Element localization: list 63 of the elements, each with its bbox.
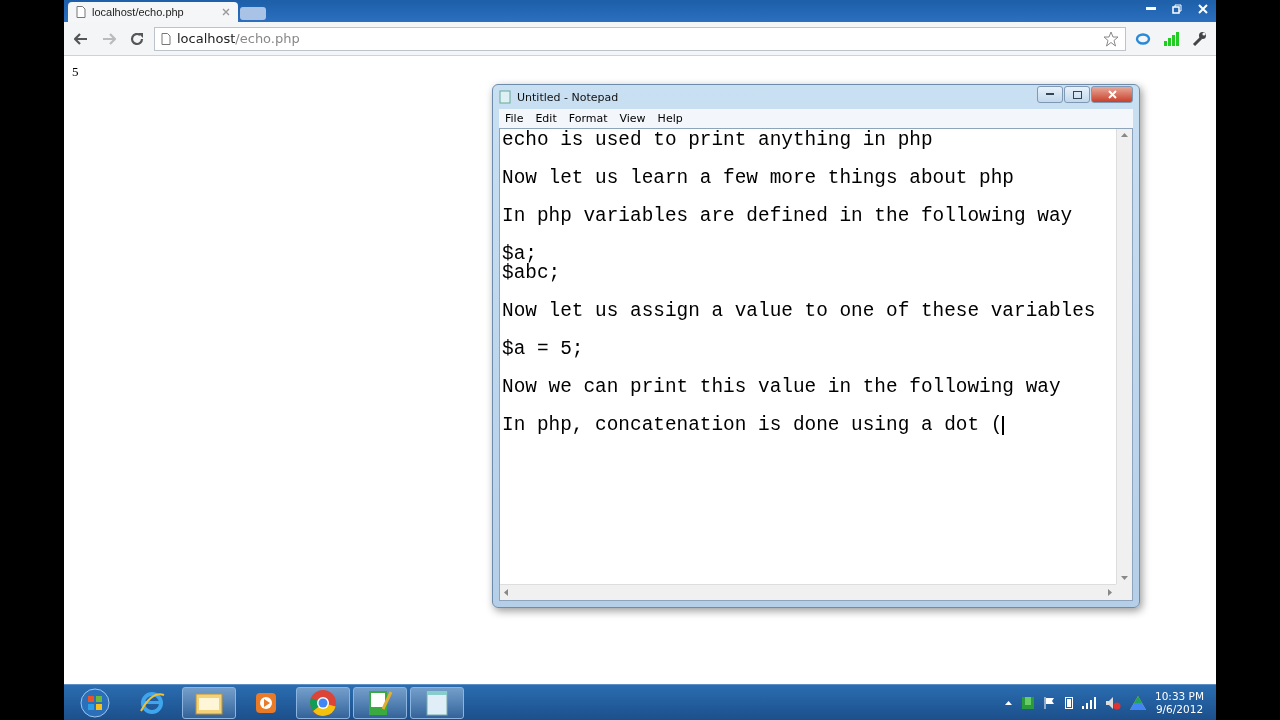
minimize-button[interactable]: [1037, 86, 1063, 103]
clock-time[interactable]: 10:33 PM: [1155, 689, 1204, 703]
down-arrow-icon: [1121, 576, 1128, 580]
left-arrow-icon: [504, 589, 508, 596]
menu-item[interactable]: Edit: [529, 110, 563, 127]
vertical-scrollbar[interactable]: [1116, 129, 1132, 584]
reload-icon: [130, 31, 144, 46]
taskbar-button[interactable]: [182, 686, 236, 719]
taskbar-button[interactable]: [353, 686, 407, 719]
star-icon[interactable]: [1103, 30, 1119, 47]
battery-icon[interactable]: [1065, 696, 1073, 709]
notepad-icon: [424, 688, 450, 717]
maximize-button[interactable]: [1064, 86, 1090, 103]
wrench-icon: [1191, 30, 1207, 47]
tray-app-icon[interactable]: [1021, 695, 1035, 710]
back-arrow-icon: [74, 32, 88, 45]
close-icon: [1198, 4, 1208, 14]
window-title: Untitled - Notepad: [517, 90, 620, 104]
text-line: $abc;: [502, 264, 562, 283]
restore-icon: [1172, 4, 1182, 14]
page-icon: [161, 32, 171, 45]
speaker-muted-icon[interactable]: [1105, 695, 1121, 710]
signal-bars-icon: [1163, 31, 1179, 46]
address-bar[interactable]: localhost/echo.php: [154, 26, 1126, 51]
taskbar-button[interactable]: [296, 686, 350, 719]
text-line: $a = 5;: [502, 340, 585, 359]
minimize-icon: [1046, 93, 1054, 96]
right-arrow-icon: [1108, 589, 1112, 596]
page-icon: [76, 6, 86, 18]
close-icon: [1107, 90, 1117, 99]
windows-logo-icon: [80, 687, 110, 718]
text-line: Now we can print this value in the following way: [502, 378, 1062, 397]
forward-arrow-icon: [102, 32, 116, 45]
maximize-icon: [1072, 90, 1082, 99]
close-icon[interactable]: [222, 8, 230, 16]
menu-item[interactable]: Help: [651, 110, 689, 127]
menu-item[interactable]: View: [613, 110, 652, 127]
text-line: Now let us learn a few more things about php: [502, 169, 1015, 188]
close-button[interactable]: [1091, 86, 1133, 103]
play-icon: [255, 691, 277, 714]
minimize-icon: [1146, 7, 1156, 11]
notepad-icon: [499, 90, 511, 104]
menu-item[interactable]: File: [499, 110, 530, 127]
menu-item[interactable]: Format: [562, 110, 614, 127]
text-line: $a;: [502, 245, 537, 264]
text-line: Now let us assign a value to one of these variables: [502, 302, 1097, 321]
url-text: localhost/echo.php: [177, 31, 300, 46]
browser-tab[interactable]: localhost/echo.php: [68, 2, 238, 22]
text-line: echo is used to print anything in php: [502, 131, 934, 150]
folder-icon: [195, 690, 223, 715]
clock-date[interactable]: 9/6/2012: [1155, 702, 1204, 716]
flag-icon[interactable]: [1044, 696, 1056, 709]
up-arrow-icon: [1121, 133, 1128, 137]
text-line: In php, concatenation is done using a dot (: [502, 416, 1005, 435]
browser-logo-icon: [309, 688, 337, 717]
up-arrow-icon[interactable]: [1005, 700, 1012, 705]
document-pen-icon: [367, 688, 393, 717]
text-line: In php variables are defined in the following way: [502, 207, 1074, 226]
signal-bars-icon[interactable]: [1082, 696, 1096, 709]
taskbar-button[interactable]: [410, 686, 464, 719]
page-output-text: 5: [72, 64, 79, 79]
text-cursor: [1002, 416, 1004, 435]
horizontal-scrollbar[interactable]: [500, 584, 1116, 600]
